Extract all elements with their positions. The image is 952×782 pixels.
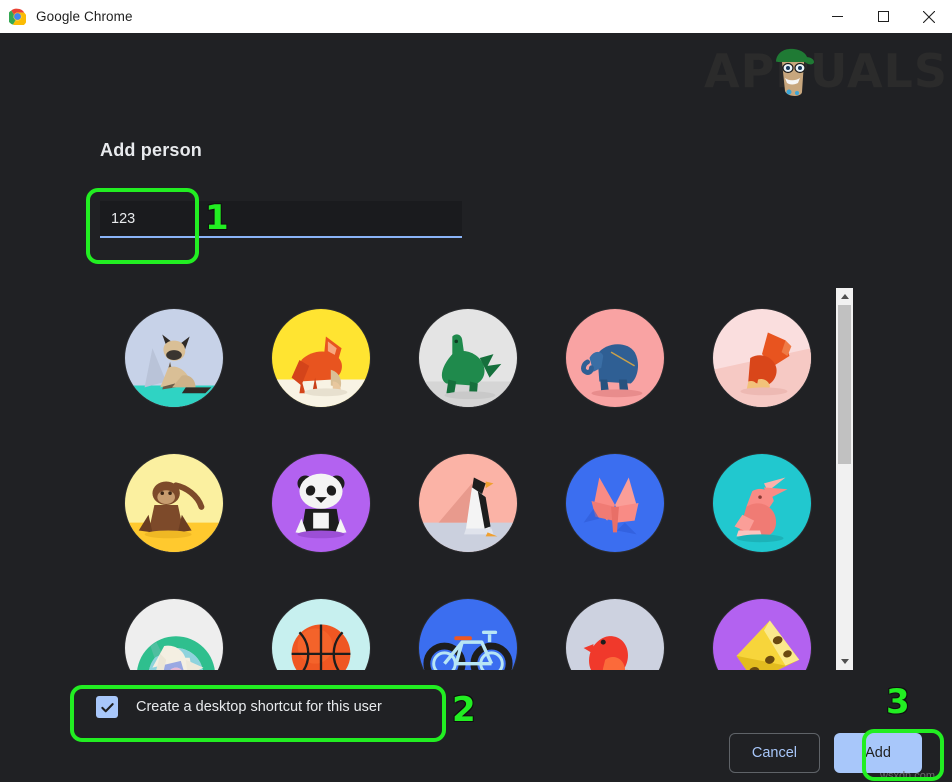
avatar-cell-penguin[interactable] (394, 430, 541, 575)
avatar-cell-butterfly[interactable] (541, 430, 688, 575)
checkmark-icon (100, 702, 114, 712)
page-title: Add person (100, 140, 203, 160)
chrome-logo-icon (7, 8, 27, 27)
avatar-elephant-icon (565, 308, 664, 407)
add-person-dialog: APPUALS Add person 123 Create a desktop … (0, 33, 952, 782)
scroll-up-arrow-icon[interactable] (836, 288, 853, 305)
avatar-cell-dinosaur[interactable] (394, 285, 541, 430)
avatar-cell-cat[interactable] (100, 285, 247, 430)
avatar-grid (100, 285, 852, 670)
avatar-dinosaur-icon (418, 308, 517, 407)
add-button[interactable]: Add (834, 733, 922, 773)
avatar-cell-basketball[interactable] (247, 575, 394, 670)
maximize-button[interactable] (860, 0, 906, 33)
watermark-text: APPUALS (703, 44, 948, 98)
avatar-basketball-icon (271, 598, 370, 670)
desktop-shortcut-checkbox-row[interactable]: Create a desktop shortcut for this user (96, 696, 382, 718)
titlebar-left: Google Chrome (0, 8, 133, 27)
scroll-down-arrow-icon[interactable] (836, 653, 853, 670)
avatar-cell-bicycle[interactable] (394, 575, 541, 670)
avatar-rabbit-icon (712, 453, 811, 552)
avatar-squirrel-icon (712, 308, 811, 407)
avatar-cat-icon (124, 308, 223, 407)
window-controls (814, 0, 952, 33)
avatar-cell-unicorn[interactable] (100, 575, 247, 670)
avatar-cell-fox[interactable] (247, 285, 394, 430)
avatar-cell-squirrel[interactable] (688, 285, 835, 430)
appuals-watermark: APPUALS (704, 41, 948, 101)
avatar-cheese-icon (712, 598, 811, 670)
avatar-cell-bird[interactable] (541, 575, 688, 670)
desktop-shortcut-label: Create a desktop shortcut for this user (136, 699, 382, 715)
avatar-penguin-icon (418, 453, 517, 552)
cancel-button[interactable]: Cancel (728, 733, 820, 773)
footer-watermark: wsxdn.com (880, 770, 936, 782)
avatar-grid-scrollbar[interactable] (836, 288, 853, 670)
avatar-bird-icon (565, 598, 664, 670)
annotation-number-3: 3 (886, 682, 910, 722)
name-input[interactable]: 123 (100, 201, 462, 238)
close-button[interactable] (906, 0, 952, 33)
scrollbar-track[interactable] (836, 305, 853, 653)
window-title: Google Chrome (36, 9, 133, 24)
avatar-monkey-icon (124, 453, 223, 552)
avatar-bicycle-icon (418, 598, 517, 670)
avatar-panda-icon (271, 453, 370, 552)
avatar-cell-cheese[interactable] (688, 575, 835, 670)
dialog-actions: Cancel Add (0, 733, 952, 773)
scrollbar-thumb[interactable] (838, 305, 851, 464)
annotation-number-2: 2 (452, 690, 476, 730)
avatar-fox-icon (271, 308, 370, 407)
avatar-butterfly-icon (565, 453, 664, 552)
appuals-mascot-icon (770, 45, 818, 97)
desktop-shortcut-checkbox[interactable] (96, 696, 118, 718)
name-input-value: 123 (111, 210, 136, 227)
avatar-cell-monkey[interactable] (100, 430, 247, 575)
window-titlebar: Google Chrome (0, 0, 952, 33)
avatar-cell-panda[interactable] (247, 430, 394, 575)
avatar-cell-elephant[interactable] (541, 285, 688, 430)
avatar-cell-rabbit[interactable] (688, 430, 835, 575)
avatar-unicorn-icon (124, 598, 223, 670)
minimize-button[interactable] (814, 0, 860, 33)
